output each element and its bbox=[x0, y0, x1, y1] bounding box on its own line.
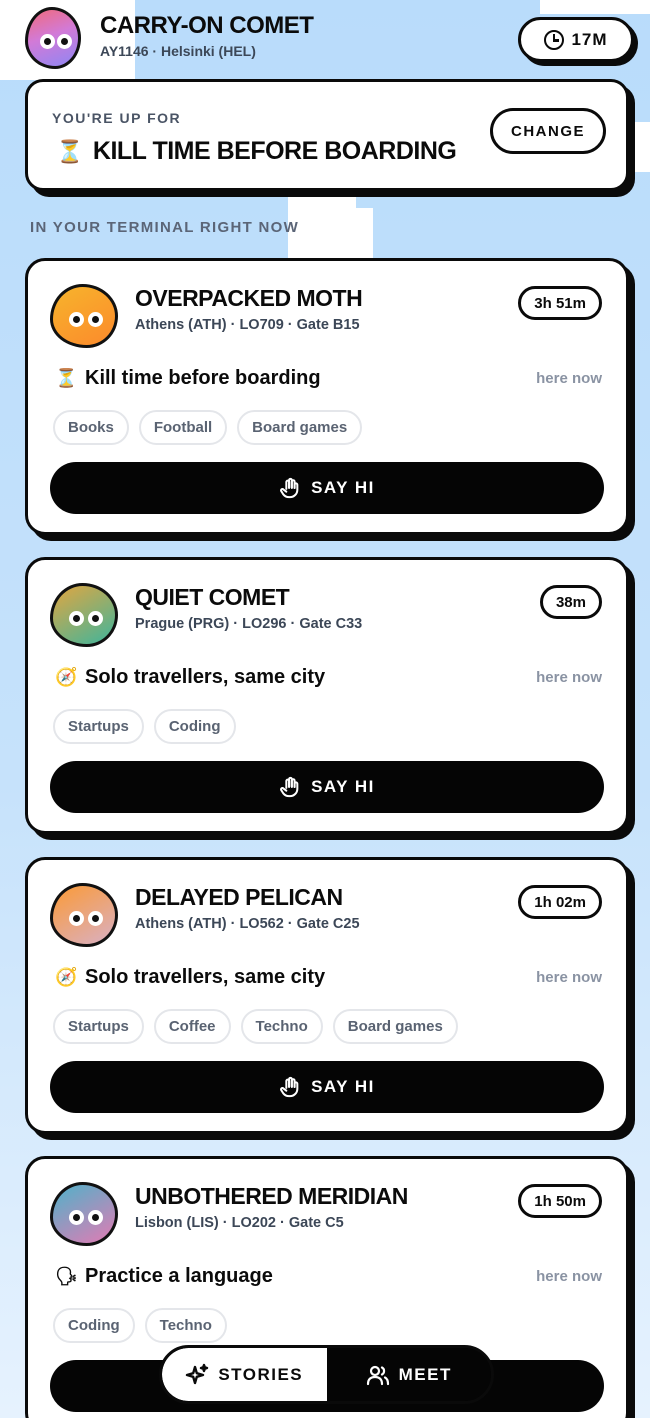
traveller-name: OVERPACKED MOTH bbox=[135, 285, 363, 311]
traveller-avatar bbox=[50, 284, 118, 348]
time-until-boarding-pill: 1h 02m bbox=[518, 885, 602, 919]
interest-tag: Board games bbox=[332, 1009, 458, 1044]
interest-tag: Books bbox=[53, 410, 129, 445]
traveller-intent: 🧭 Solo travellers, same city bbox=[55, 966, 325, 989]
avatar-eye-icon bbox=[88, 911, 103, 926]
avatar-eye-icon bbox=[69, 911, 84, 926]
say-hi-button[interactable]: SAY HI bbox=[50, 1061, 604, 1113]
say-hi-label: SAY HI bbox=[311, 1077, 375, 1096]
user-nickname: CARRY-ON COMET bbox=[100, 12, 314, 39]
traveller-avatar bbox=[50, 1182, 118, 1246]
presence-status: here now bbox=[536, 669, 602, 686]
traveller-intent: 🧭 Solo travellers, same city bbox=[55, 666, 325, 689]
avatar-eye-icon bbox=[88, 1210, 103, 1225]
interest-tags: Startups Coffee Techno Board games bbox=[53, 1009, 458, 1044]
traveller-flight-info: Athens (ATH) · LO709 · Gate B15 bbox=[135, 317, 360, 333]
time-until-boarding-pill: 1h 50m bbox=[518, 1184, 602, 1218]
tab-stories-label: STORIES bbox=[218, 1364, 304, 1384]
interest-tags: Books Football Board games bbox=[53, 410, 363, 445]
avatar-eye-icon bbox=[69, 1210, 84, 1225]
interest-tag: Board games bbox=[237, 410, 363, 445]
tab-meet[interactable]: MEET bbox=[326, 1348, 491, 1401]
traveller-intent-text: Solo travellers, same city bbox=[85, 966, 326, 988]
traveller-name: UNBOTHERED MERIDIAN bbox=[135, 1183, 408, 1209]
interest-tag: Football bbox=[138, 410, 228, 445]
traveller-name: QUIET COMET bbox=[135, 584, 290, 610]
tab-stories[interactable]: STORIES bbox=[162, 1348, 327, 1401]
interest-tag: Coding bbox=[53, 1308, 135, 1343]
time-remaining-value: 17M bbox=[571, 29, 608, 49]
current-intent-card: YOU'RE UP FOR ⏳ KILL TIME BEFORE BOARDIN… bbox=[25, 79, 629, 191]
avatar-eye-icon bbox=[57, 34, 72, 49]
bottom-nav: STORIES MEET bbox=[159, 1345, 494, 1404]
background-cloud bbox=[288, 208, 373, 258]
traveller-avatar bbox=[50, 883, 118, 947]
interest-tag: Coffee bbox=[153, 1009, 231, 1044]
interest-tag: Coding bbox=[153, 709, 236, 744]
traveller-flight-info: Athens (ATH) · LO562 · Gate C25 bbox=[135, 916, 360, 932]
wave-hand-icon bbox=[280, 1076, 299, 1098]
intent-icon: 🧭 bbox=[55, 967, 78, 987]
section-label: IN YOUR TERMINAL RIGHT NOW bbox=[30, 219, 300, 236]
interest-tags: Coding Techno bbox=[53, 1308, 227, 1343]
traveller-card[interactable]: QUIET COMET Prague (PRG) · LO296 · Gate C… bbox=[25, 557, 629, 834]
interest-tag: Startups bbox=[53, 709, 144, 744]
intent-icon: ⏳ bbox=[55, 368, 78, 388]
traveller-flight-info: Lisbon (LIS) · LO202 · Gate C5 bbox=[135, 1215, 344, 1231]
traveller-card[interactable]: DELAYED PELICAN Athens (ATH) · LO562 · Ga… bbox=[25, 857, 629, 1134]
intent-icon: 🗣 bbox=[55, 1266, 78, 1286]
user-flight-info: AY1146 · Helsinki (HEL) bbox=[100, 43, 256, 59]
clock-icon bbox=[544, 29, 565, 50]
traveller-intent: 🗣 Practice a language bbox=[55, 1265, 273, 1288]
traveller-intent-text: Kill time before boarding bbox=[85, 367, 321, 389]
interest-tag: Techno bbox=[240, 1009, 323, 1044]
intent-value-text: KILL TIME BEFORE BOARDING bbox=[92, 137, 457, 165]
hourglass-icon: ⏳ bbox=[56, 138, 83, 164]
sparkles-icon bbox=[186, 1363, 209, 1384]
say-hi-label: SAY HI bbox=[311, 777, 375, 796]
presence-status: here now bbox=[536, 370, 602, 387]
presence-status: here now bbox=[536, 1268, 602, 1285]
time-until-boarding-pill: 38m bbox=[539, 585, 602, 619]
presence-status: here now bbox=[536, 969, 602, 986]
wave-hand-icon bbox=[280, 477, 299, 499]
traveller-intent-text: Practice a language bbox=[85, 1265, 273, 1287]
people-icon bbox=[366, 1365, 389, 1385]
traveller-card[interactable]: OVERPACKED MOTH Athens (ATH) · LO709 · Ga… bbox=[25, 258, 629, 535]
interest-tag: Startups bbox=[53, 1009, 144, 1044]
intent-value: ⏳ KILL TIME BEFORE BOARDING bbox=[56, 137, 457, 166]
interest-tag: Techno bbox=[144, 1308, 227, 1343]
say-hi-label: SAY HI bbox=[311, 478, 375, 497]
time-remaining-pill: 17M bbox=[518, 17, 634, 62]
user-avatar[interactable] bbox=[25, 7, 81, 69]
traveller-name: DELAYED PELICAN bbox=[135, 884, 343, 910]
avatar-eye-icon bbox=[88, 312, 103, 327]
intent-icon: 🧭 bbox=[55, 667, 78, 687]
say-hi-button[interactable]: SAY HI bbox=[50, 761, 604, 813]
change-intent-button[interactable]: CHANGE bbox=[490, 108, 606, 154]
wave-hand-icon bbox=[280, 776, 299, 798]
avatar-eye-icon bbox=[69, 611, 84, 626]
traveller-flight-info: Prague (PRG) · LO296 · Gate C33 bbox=[135, 616, 363, 632]
tab-meet-label: MEET bbox=[398, 1364, 452, 1384]
avatar-eye-icon bbox=[88, 611, 103, 626]
app-header: CARRY-ON COMET AY1146 · Helsinki (HEL) 1… bbox=[0, 0, 650, 80]
avatar-eye-icon bbox=[69, 312, 84, 327]
interest-tags: Startups Coding bbox=[53, 709, 236, 744]
traveller-intent-text: Solo travellers, same city bbox=[85, 666, 326, 688]
time-until-boarding-pill: 3h 51m bbox=[518, 286, 602, 320]
say-hi-button[interactable]: SAY HI bbox=[50, 462, 604, 514]
intent-kicker: YOU'RE UP FOR bbox=[52, 110, 182, 126]
avatar-eye-icon bbox=[40, 34, 55, 49]
traveller-intent: ⏳ Kill time before boarding bbox=[55, 367, 321, 390]
traveller-avatar bbox=[50, 583, 118, 647]
